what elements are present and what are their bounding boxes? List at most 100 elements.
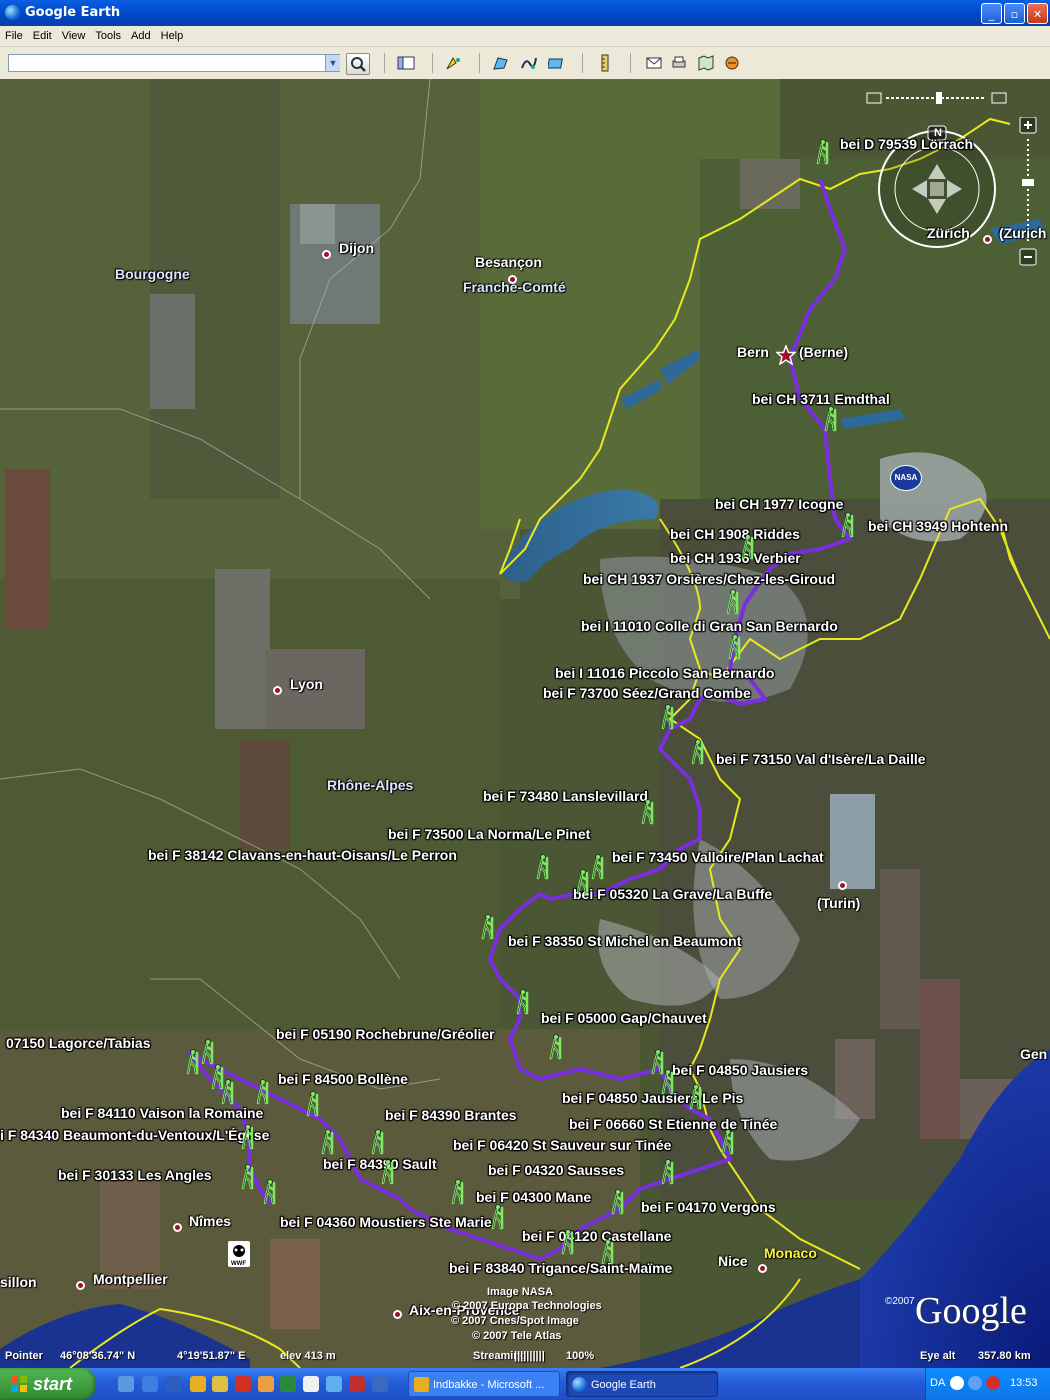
hiker-placemark-icon[interactable] [200,1039,216,1065]
hiker-placemark-icon[interactable] [575,869,591,895]
city-marker[interactable] [273,686,282,695]
app-icon[interactable] [349,1376,365,1392]
hiker-placemark-icon[interactable] [262,1179,278,1205]
network-icon[interactable] [968,1376,982,1390]
taskbar-item-google-earth[interactable]: Google Earth [566,1371,718,1397]
menu-add[interactable]: Add [126,27,156,42]
acrobat-icon[interactable] [235,1376,251,1392]
menu-tools[interactable]: Tools [90,27,126,42]
hiker-placemark-icon[interactable] [380,1159,396,1185]
city-label: Nîmes [189,1213,232,1229]
capital-star-icon[interactable] [776,345,796,365]
media-icon[interactable] [303,1376,319,1392]
city-marker[interactable] [173,1223,182,1232]
hiker-placemark-icon[interactable] [480,914,496,940]
ruler-icon[interactable] [596,54,614,72]
toolbar-divider [582,53,583,73]
menu-help[interactable]: Help [156,27,189,42]
hiker-placemark-icon[interactable] [815,139,831,165]
hiker-placemark-icon[interactable] [720,1129,736,1155]
hiker-placemark-icon[interactable] [740,534,756,560]
minimize-button[interactable]: _ [981,3,1002,24]
navigation-tilt-slider[interactable] [866,90,1011,106]
internet-explorer-icon[interactable] [142,1376,158,1392]
outlook-icon[interactable] [190,1376,206,1392]
waypoint-label: bei F 73480 Lanslevillard [483,788,648,804]
hiker-placemark-icon[interactable] [660,1069,676,1095]
menu-edit[interactable]: Edit [28,27,57,42]
search-input[interactable] [8,54,340,72]
hiker-placemark-icon[interactable] [535,854,551,880]
maximize-button[interactable]: ▫ [1004,3,1025,24]
hiker-placemark-icon[interactable] [660,1159,676,1185]
google-maps-icon[interactable] [697,55,715,71]
polygon-icon[interactable] [492,55,510,71]
close-button[interactable]: ✕ [1027,3,1048,24]
language-indicator[interactable]: DA [930,1377,945,1389]
hiker-placemark-icon[interactable] [727,634,743,660]
pointer-label: Pointer [5,1350,43,1362]
city-label: Besançon [475,254,542,270]
security-icon[interactable] [986,1376,1000,1390]
placemark-icon[interactable] [444,55,462,71]
hiker-placemark-icon[interactable] [240,1164,256,1190]
menu-file[interactable]: File [0,27,28,42]
hiker-placemark-icon[interactable] [490,1204,506,1230]
print-icon[interactable] [670,55,688,71]
hiker-placemark-icon[interactable] [600,1239,616,1265]
word-icon[interactable] [166,1376,182,1392]
hiker-placemark-icon[interactable] [640,799,656,825]
hiker-placemark-icon[interactable] [690,739,706,765]
excel-icon[interactable] [280,1376,296,1392]
waypoint-label: bei F 73150 Val d'Isère/La Daille [716,751,926,767]
app-icon[interactable] [258,1376,274,1392]
imagery-credit: © 2007 Cnes/Spot Image [451,1315,579,1327]
help-icon[interactable] [950,1376,964,1390]
hiker-placemark-icon[interactable] [370,1129,386,1155]
app-icon[interactable] [372,1376,388,1392]
zoom-slider[interactable] [1018,116,1038,267]
city-marker[interactable] [758,1264,767,1273]
hiker-placemark-icon[interactable] [548,1034,564,1060]
search-dropdown-icon[interactable]: ▼ [325,55,340,71]
hiker-placemark-icon[interactable] [823,406,839,432]
hiker-placemark-icon[interactable] [725,589,741,615]
city-marker[interactable] [508,275,517,284]
taskbar-item-outlook[interactable]: Indbakke - Microsoft ... [408,1371,560,1397]
city-marker[interactable] [838,881,847,890]
folder-icon[interactable] [212,1376,228,1392]
city-marker[interactable] [322,250,331,259]
city-marker[interactable] [76,1281,85,1290]
hiker-placemark-icon[interactable] [560,1229,576,1255]
city-label: (Turin) [817,895,861,911]
hiker-placemark-icon[interactable] [688,1084,704,1110]
hiker-placemark-icon[interactable] [185,1049,201,1075]
messenger-icon[interactable] [326,1376,342,1392]
hiker-placemark-icon[interactable] [590,854,606,880]
sky-switch-icon[interactable] [723,55,741,71]
city-marker[interactable] [983,235,992,244]
show-desktop-icon[interactable] [118,1376,134,1392]
hiker-placemark-icon[interactable] [610,1189,626,1215]
path-icon[interactable] [520,55,538,71]
nasa-logo[interactable]: NASA [890,465,922,491]
hiker-placemark-icon[interactable] [305,1091,321,1117]
hiker-placemark-icon[interactable] [220,1079,236,1105]
menu-view[interactable]: View [57,27,91,42]
hiker-placemark-icon[interactable] [450,1179,466,1205]
waypoint-label: bei F 84500 Bollène [278,1071,408,1087]
city-marker[interactable] [393,1310,402,1319]
map-view[interactable]: N Bourgogne Franche-Comté Rhône-Alpes Di… [0,79,1050,1368]
hiker-placemark-icon[interactable] [660,704,676,730]
hiker-placemark-icon[interactable] [840,512,856,538]
hiker-placemark-icon[interactable] [515,989,531,1015]
wwf-logo[interactable]: WWF [228,1241,250,1267]
hiker-placemark-icon[interactable] [255,1079,271,1105]
hiker-placemark-icon[interactable] [320,1129,336,1155]
email-icon[interactable] [645,55,663,71]
image-overlay-icon[interactable] [548,55,566,71]
start-button[interactable]: start [0,1368,96,1400]
hiker-placemark-icon[interactable] [240,1124,256,1150]
search-button[interactable] [346,53,370,75]
sidebar-toggle-icon[interactable] [397,55,415,71]
